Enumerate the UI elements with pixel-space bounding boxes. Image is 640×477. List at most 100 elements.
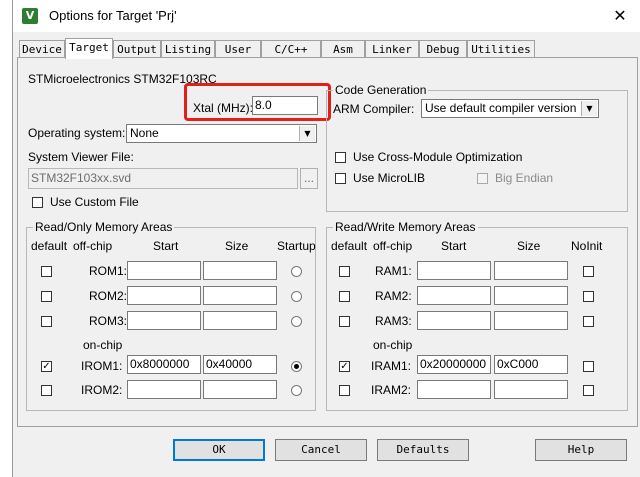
rom3-start-input[interactable] xyxy=(127,311,201,330)
tab-listing[interactable]: Listing xyxy=(161,40,215,58)
tab-utilities[interactable]: Utilities xyxy=(467,40,535,58)
ram3-size-input[interactable] xyxy=(494,311,568,330)
irom1-label: IROM1: xyxy=(81,359,123,373)
ram3-default-checkbox[interactable] xyxy=(339,316,350,327)
iram2-default-checkbox[interactable] xyxy=(339,385,350,396)
target-panel: STMicroelectronics STM32F103RC Xtal (MHz… xyxy=(17,57,638,427)
tab-debug[interactable]: Debug xyxy=(419,40,467,58)
irom1-start-input[interactable]: 0x8000000 xyxy=(127,355,201,374)
iram2-label: IRAM2: xyxy=(371,383,412,397)
tab-linker[interactable]: Linker xyxy=(365,40,419,58)
ram1-label: RAM1: xyxy=(375,264,412,278)
close-icon[interactable]: ✕ xyxy=(607,4,633,28)
rw-memory-group: Read/Write Memory Areas default off-chip… xyxy=(326,220,628,411)
code-generation-group: Code Generation ARM Compiler: Use defaul… xyxy=(326,83,628,212)
rom2-label: ROM2: xyxy=(89,289,128,303)
ro-memory-title: Read/Only Memory Areas xyxy=(33,220,175,234)
rw-header-start: Start xyxy=(441,239,467,253)
tab-c-cpp[interactable]: C/C++ xyxy=(261,40,321,58)
custom-file-checkbox[interactable] xyxy=(32,197,43,208)
help-button[interactable]: Help xyxy=(535,439,627,461)
rom3-default-checkbox[interactable] xyxy=(41,316,52,327)
irom2-size-input[interactable] xyxy=(203,380,277,399)
rw-memory-title: Read/Write Memory Areas xyxy=(333,220,478,234)
chevron-down-icon: ▼ xyxy=(581,101,597,116)
iram1-default-checkbox[interactable]: ✓ xyxy=(339,361,350,372)
rw-header-offchip: off-chip xyxy=(373,239,413,253)
ok-button[interactable]: OK xyxy=(173,439,265,461)
ro-header-size: Size xyxy=(225,239,249,253)
rw-onchip-label: on-chip xyxy=(373,338,413,352)
rom1-start-input[interactable] xyxy=(127,261,201,280)
iram2-start-input[interactable] xyxy=(417,380,491,399)
tab-target[interactable]: Target xyxy=(65,38,113,59)
ram2-noinit-checkbox[interactable] xyxy=(583,291,594,302)
big-endian-checkbox[interactable] xyxy=(477,173,488,184)
rom1-label: ROM1: xyxy=(89,264,128,278)
ram3-start-input[interactable] xyxy=(417,311,491,330)
rw-header-size: Size xyxy=(517,239,541,253)
custom-file-label: Use Custom File xyxy=(50,195,139,209)
irom2-start-input[interactable] xyxy=(127,380,201,399)
ram1-noinit-checkbox[interactable] xyxy=(583,266,594,277)
ram3-label: RAM3: xyxy=(375,314,412,328)
irom1-default-checkbox[interactable]: ✓ xyxy=(41,361,52,372)
svd-label: System Viewer File: xyxy=(28,150,134,164)
iram2-size-input[interactable] xyxy=(494,380,568,399)
iram1-start-input[interactable]: 0x20000000 xyxy=(417,355,491,374)
os-select[interactable]: None ▼ xyxy=(126,124,317,143)
rw-header-default: default xyxy=(331,239,368,253)
ram2-size-input[interactable] xyxy=(494,286,568,305)
rom3-startup-radio[interactable] xyxy=(291,316,302,327)
microlib-checkbox[interactable] xyxy=(335,173,346,184)
irom1-size-input[interactable]: 0x40000 xyxy=(203,355,277,374)
rom2-default-checkbox[interactable] xyxy=(41,291,52,302)
rom1-size-input[interactable] xyxy=(203,261,277,280)
ro-header-startup: Startup xyxy=(277,239,316,253)
rom2-size-input[interactable] xyxy=(203,286,277,305)
ram1-start-input[interactable] xyxy=(417,261,491,280)
svd-browse-button[interactable]: ... xyxy=(300,168,318,189)
rom2-start-input[interactable] xyxy=(127,286,201,305)
tab-output[interactable]: Output xyxy=(113,40,161,58)
irom2-startup-radio[interactable] xyxy=(291,385,302,396)
title-bar: V Options for Target 'Prj' ✕ xyxy=(13,0,640,32)
tab-user[interactable]: User xyxy=(215,40,261,58)
ro-header-default: default xyxy=(31,239,68,253)
arm-compiler-label: ARM Compiler: xyxy=(333,102,415,116)
iram1-size-input[interactable]: 0xC000 xyxy=(494,355,568,374)
tab-asm[interactable]: Asm xyxy=(321,40,365,58)
arm-compiler-value: Use default compiler version xyxy=(425,101,577,115)
cross-module-checkbox[interactable] xyxy=(335,152,346,163)
microlib-label: Use MicroLIB xyxy=(353,171,426,185)
ro-header-start: Start xyxy=(153,239,179,253)
rom2-startup-radio[interactable] xyxy=(291,291,302,302)
rom1-startup-radio[interactable] xyxy=(291,266,302,277)
ram1-size-input[interactable] xyxy=(494,261,568,280)
irom2-label: IROM2: xyxy=(81,383,123,397)
tab-device[interactable]: Device xyxy=(19,40,65,58)
arm-compiler-select[interactable]: Use default compiler version ▼ xyxy=(421,99,599,118)
uvision-icon: V xyxy=(22,8,38,24)
irom2-default-checkbox[interactable] xyxy=(41,385,52,396)
rom1-default-checkbox[interactable] xyxy=(41,266,52,277)
iram1-noinit-checkbox[interactable] xyxy=(583,361,594,372)
window-title: Options for Target 'Prj' xyxy=(49,8,177,23)
cancel-button[interactable]: Cancel xyxy=(275,439,367,461)
rom3-label: ROM3: xyxy=(89,314,128,328)
ram1-default-checkbox[interactable] xyxy=(339,266,350,277)
ro-memory-group: Read/Only Memory Areas default off-chip … xyxy=(26,220,316,411)
svd-input[interactable]: STM32F103xx.svd xyxy=(28,168,298,189)
options-dialog: V Options for Target 'Prj' ✕ Device Targ… xyxy=(12,0,640,477)
ram2-start-input[interactable] xyxy=(417,286,491,305)
xtal-highlight-box xyxy=(184,83,331,121)
os-label: Operating system: xyxy=(28,126,126,140)
iram2-noinit-checkbox[interactable] xyxy=(583,385,594,396)
irom1-startup-radio[interactable] xyxy=(291,361,302,372)
ram3-noinit-checkbox[interactable] xyxy=(583,316,594,327)
ram2-default-checkbox[interactable] xyxy=(339,291,350,302)
rom3-size-input[interactable] xyxy=(203,311,277,330)
defaults-button[interactable]: Defaults xyxy=(377,439,469,461)
ro-header-offchip: off-chip xyxy=(73,239,113,253)
cross-module-label: Use Cross-Module Optimization xyxy=(353,150,523,164)
